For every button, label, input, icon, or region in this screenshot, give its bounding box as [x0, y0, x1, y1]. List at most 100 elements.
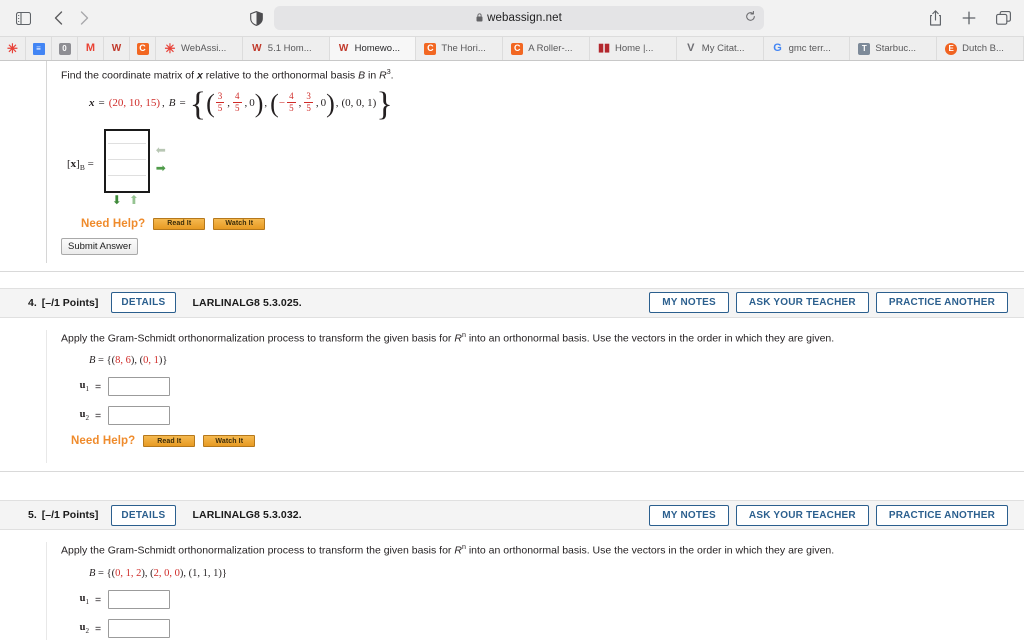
vector-label-u2: u2: [79, 409, 89, 423]
pinned-tab-gmail[interactable]: M: [78, 37, 104, 60]
pinned-tab-webassign[interactable]: ✳: [0, 37, 26, 60]
read-it-button[interactable]: Read It: [143, 435, 196, 448]
q5-prompt-part-a: Apply the Gram-Schmidt orthonormalizatio…: [61, 544, 455, 557]
watch-it-button[interactable]: Watch It: [213, 217, 266, 230]
q3-v1-frac2: 45: [233, 90, 242, 113]
favicon-icon: W: [338, 42, 349, 54]
sidebar-toggle-icon[interactable]: [12, 7, 34, 29]
question-5-details-button[interactable]: DETAILS: [111, 504, 176, 526]
favicon-icon: C: [424, 42, 437, 55]
practice-another-button[interactable]: PRACTICE ANOTHER: [875, 504, 1008, 526]
tab-bar: ✳ ≡ 0 M W C ✳ WebAssi... W 5.1 Hom... W Homewo... C T…: [0, 36, 1024, 60]
pinned-tab-zero[interactable]: 0: [52, 37, 78, 60]
page-content: Find the coordinate matrix of x relative…: [0, 61, 1024, 640]
question-3-submit-row: Submit Answer: [46, 229, 1024, 263]
share-icon[interactable]: [926, 8, 944, 28]
question-5-card: 5. [–/1 Points] DETAILS LARLINALG8 5.3.0…: [0, 500, 1024, 640]
matrix-row-controls: ⬇ ⬆: [112, 194, 139, 206]
q3-v2-frac1: 45: [287, 90, 296, 113]
q5-basis-mid: ), (: [141, 568, 154, 580]
vector-input-row: u1 =: [65, 590, 1024, 610]
browser-tab[interactable]: Ggmc terr...: [763, 37, 851, 60]
question-4-points: [–/1 Points]: [41, 296, 99, 309]
question-5-basis: B = {(0, 1, 2), (2, 0, 0), (1, 1, 1)}: [55, 568, 1024, 579]
pinned-tab-webassign2[interactable]: W: [104, 37, 130, 60]
browser-tab[interactable]: V My Citat...: [676, 37, 764, 60]
q3-v1-frac1: 35: [215, 90, 225, 113]
q5-basis-v1: 0, 1, 2: [115, 568, 142, 580]
pinned-tab-canvas[interactable]: C: [130, 37, 156, 60]
q4-basis-v2: 0, 1: [143, 355, 159, 367]
vector-input-row: u2 =: [65, 619, 1024, 639]
matrix-row[interactable]: [107, 130, 146, 144]
favicon-icon: V: [687, 42, 695, 54]
u2-answer-input[interactable]: [108, 619, 171, 639]
add-column-arrow-icon[interactable]: ➡: [156, 162, 166, 174]
browser-tab[interactable]: T Starbuc...: [850, 37, 938, 60]
q3-v3: (0, 0, 1): [341, 97, 377, 110]
question-4-need-help: Need Help? Read It Watch It: [55, 435, 1024, 448]
browser-tab[interactable]: ✳ WebAssi...: [156, 37, 243, 60]
shield-icon[interactable]: [246, 7, 266, 29]
q4-basis-eq: = {(: [95, 355, 116, 367]
u1-answer-input[interactable]: [108, 377, 171, 397]
my-notes-button[interactable]: MY NOTES: [649, 504, 729, 526]
matrix-row[interactable]: [107, 162, 146, 176]
remove-column-arrow-icon[interactable]: ⬅: [156, 144, 166, 156]
q3-v2-frac2: 35: [304, 90, 313, 113]
q3-prompt-part-a: Find the coordinate matrix of: [61, 69, 197, 82]
u2-answer-input[interactable]: [108, 406, 171, 426]
add-row-arrow-icon[interactable]: ⬇: [112, 194, 122, 206]
watch-it-button[interactable]: Watch It: [203, 435, 256, 448]
browser-tab[interactable]: C The Hori...: [416, 37, 504, 60]
need-help-label: Need Help?: [81, 217, 146, 230]
ask-your-teacher-button[interactable]: ASK YOUR TEACHER: [735, 504, 869, 526]
question-3-prompt: Find the coordinate matrix of x relative…: [55, 67, 1024, 84]
address-bar[interactable]: webassign.net: [274, 6, 764, 30]
question-5-number: 5.: [28, 509, 37, 522]
question-3-body: Find the coordinate matrix of x relative…: [46, 61, 1024, 230]
question-4-number: 4.: [28, 296, 37, 309]
matrix-input-widget[interactable]: ⬅ ➡ ⬇ ⬆: [103, 128, 166, 206]
tab-title: Dutch B...: [962, 43, 1004, 54]
url-text: webassign.net: [487, 12, 562, 24]
my-notes-button[interactable]: MY NOTES: [649, 292, 729, 314]
section-divider: [0, 471, 1024, 473]
matrix-row[interactable]: [107, 178, 146, 192]
tab-title: 5.1 Hom...: [267, 43, 312, 54]
tab-overview-icon[interactable]: [994, 8, 1012, 28]
question-5-actions: MY NOTES ASK YOUR TEACHER PRACTICE ANOTH…: [649, 504, 1008, 526]
coordinate-matrix-answer-area: [x]B = ⬅ ➡ ⬇ ⬆: [55, 128, 1024, 206]
plus-icon[interactable]: [960, 8, 978, 28]
ask-your-teacher-button[interactable]: ASK YOUR TEACHER: [735, 292, 869, 314]
browser-tab[interactable]: W 5.1 Hom...: [242, 37, 330, 60]
browser-tab-active[interactable]: W Homewo...: [329, 37, 417, 60]
matrix-grid[interactable]: [103, 128, 150, 193]
q3-v1-third: 0: [249, 97, 255, 110]
reload-icon[interactable]: [745, 10, 756, 25]
back-arrow-icon[interactable]: [48, 7, 68, 29]
browser-tab[interactable]: C A Roller-...: [503, 37, 590, 60]
favicon-icon: ▮▮: [597, 42, 611, 54]
question-4-details-button[interactable]: DETAILS: [111, 292, 176, 314]
q3-prompt-part-d: .: [390, 69, 394, 82]
forward-arrow-icon[interactable]: [74, 7, 94, 29]
question-4-answer-fields: u1 = u2 =: [55, 377, 1024, 426]
equals-sign: =: [95, 593, 102, 606]
matrix-row[interactable]: [107, 146, 146, 160]
browser-tab[interactable]: ▮▮ Home |...: [589, 37, 677, 60]
practice-another-button[interactable]: PRACTICE ANOTHER: [875, 292, 1008, 314]
favicon-icon: ✳: [164, 41, 176, 56]
question-4-actions: MY NOTES ASK YOUR TEACHER PRACTICE ANOTH…: [649, 292, 1008, 314]
favicon-icon: C: [136, 42, 149, 55]
q4-prompt-R: R: [454, 332, 462, 345]
pinned-tab-docs[interactable]: ≡: [26, 37, 52, 60]
u1-answer-input[interactable]: [108, 590, 171, 610]
submit-answer-button[interactable]: Submit Answer: [61, 237, 139, 255]
q5-basis-eq: = {(: [95, 568, 116, 580]
read-it-button[interactable]: Read It: [153, 217, 206, 230]
browser-tab[interactable]: E Dutch B...: [937, 37, 1024, 60]
favicon-icon: E: [945, 42, 958, 55]
remove-row-arrow-icon[interactable]: ⬆: [129, 194, 139, 206]
question-3-need-help: Need Help? Read It Watch It: [55, 217, 1024, 230]
